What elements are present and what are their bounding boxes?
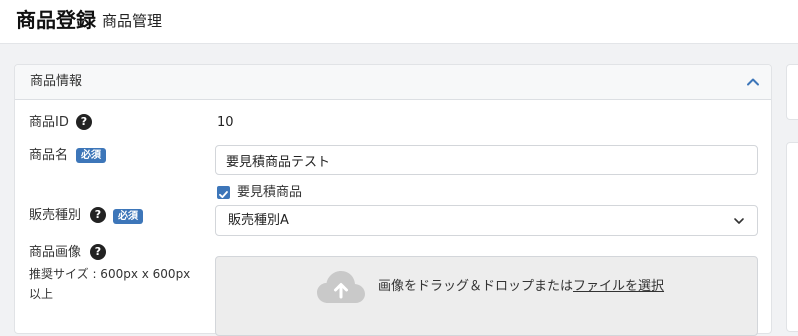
help-icon[interactable]: ? <box>76 114 92 130</box>
checkmark-icon <box>219 191 228 198</box>
help-icon[interactable]: ? <box>90 207 106 223</box>
side-card-bottom <box>786 142 798 332</box>
page-header: 商品登録 商品管理 <box>0 0 798 44</box>
chevron-up-icon[interactable] <box>745 74 761 90</box>
quote-required-checkbox[interactable] <box>217 186 230 199</box>
sales-type-select[interactable]: 販売種別A <box>215 205 758 236</box>
quote-required-label[interactable]: 要見積商品 <box>237 184 302 202</box>
image-size-hint: 推奨サイズ : 600px x 600px以上 <box>29 267 191 301</box>
product-name-input[interactable] <box>215 145 758 175</box>
required-badge: 必須 <box>113 209 143 224</box>
product-id-value: 10 <box>217 115 234 130</box>
dropzone-text: 画像をドラッグ＆ドロップまたはファイルを選択 <box>378 278 664 296</box>
product-name-label: 商品名 <box>29 148 69 163</box>
chevron-down-icon <box>734 218 744 224</box>
dropzone-instruction: 画像をドラッグ＆ドロップまたは <box>378 279 574 294</box>
card-title: 商品情報 <box>30 74 83 89</box>
product-image-label: 商品画像 <box>29 245 82 260</box>
image-dropzone[interactable]: 画像をドラッグ＆ドロップまたはファイルを選択 <box>215 256 758 336</box>
cloud-upload-icon <box>317 271 365 303</box>
required-badge: 必須 <box>76 148 106 163</box>
product-id-label: 商品ID <box>29 115 69 130</box>
help-icon[interactable]: ? <box>90 244 106 260</box>
sales-type-label: 販売種別 <box>29 208 82 223</box>
page-subtitle: 商品管理 <box>102 12 163 30</box>
card-header[interactable]: 商品情報 <box>15 65 771 100</box>
select-file-link[interactable]: ファイルを選択 <box>573 279 664 294</box>
page-title: 商品登録 <box>16 8 96 32</box>
side-card-top <box>786 64 798 120</box>
sales-type-selected-value: 販売種別A <box>228 213 289 228</box>
